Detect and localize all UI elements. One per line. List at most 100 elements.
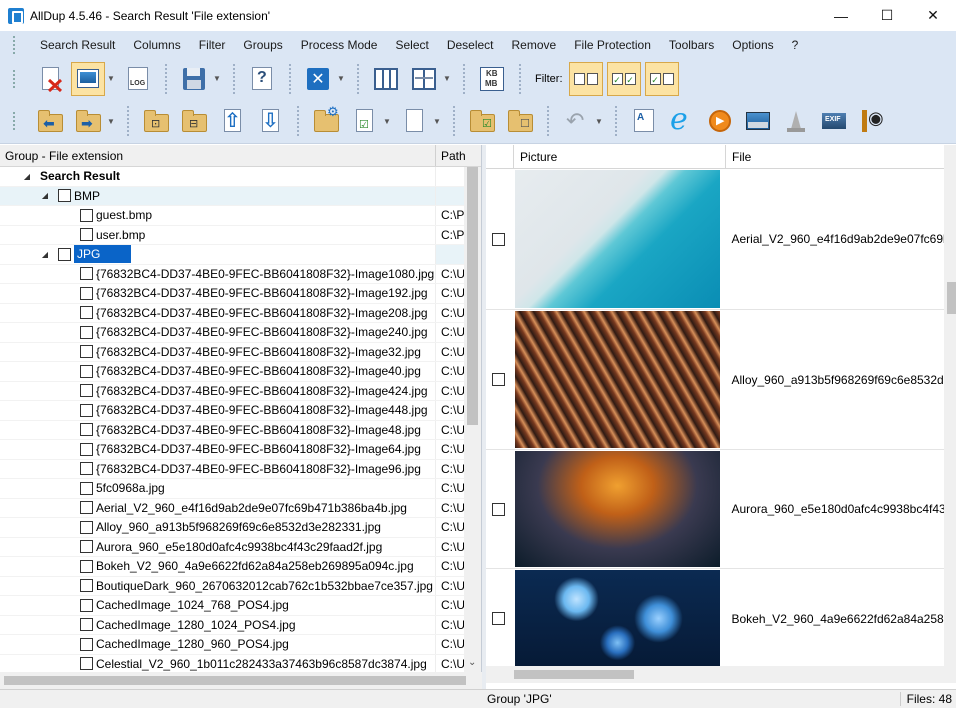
file-checkbox[interactable] xyxy=(80,364,93,378)
menu-file-protection[interactable]: File Protection xyxy=(565,38,660,52)
toolbar-grip[interactable] xyxy=(13,69,17,88)
file-checkbox[interactable] xyxy=(80,208,93,222)
tree-file-row[interactable]: guest.bmp C:\P xyxy=(0,206,464,226)
expand-arrow-icon[interactable]: ◢ xyxy=(40,250,50,259)
maximize-button[interactable]: ☐ xyxy=(864,0,910,31)
tree-file-row[interactable]: {76832BC4-DD37-4BE0-9FEC-BB6041808F32}-I… xyxy=(0,459,464,479)
tree-file-row[interactable]: {76832BC4-DD37-4BE0-9FEC-BB6041808F32}-I… xyxy=(0,420,464,440)
size-unit-button[interactable]: KB MB xyxy=(475,62,509,96)
tree-file-row[interactable]: {76832BC4-DD37-4BE0-9FEC-BB6041808F32}-I… xyxy=(0,401,464,421)
preview-row[interactable]: Aerial_V2_960_e4f16d9ab2de9e07fc69b4 xyxy=(486,169,944,310)
file-checkbox[interactable] xyxy=(80,286,93,300)
open-browser-button[interactable]: e xyxy=(665,102,699,138)
preview-row[interactable]: Bokeh_V2_960_4a9e6622fd62a84a258eb2 xyxy=(486,569,944,669)
preview-checkbox[interactable] xyxy=(491,373,505,386)
open-image-viewer-button[interactable] xyxy=(741,104,775,138)
path-column-header[interactable]: Path xyxy=(436,149,466,163)
save-button[interactable] xyxy=(177,62,211,96)
sort-down-button[interactable]: ⇩ xyxy=(253,104,287,138)
tree-file-row[interactable]: Aurora_960_e5e180d0afc4c9938bc4f43c29faa… xyxy=(0,537,464,557)
log-button[interactable]: LOG xyxy=(121,62,155,96)
blank-file-dropdown-arrow[interactable]: ▼ xyxy=(433,117,442,126)
preview-dropdown-arrow[interactable]: ▼ xyxy=(107,74,116,83)
preview-vertical-scroll-thumb[interactable] xyxy=(947,282,956,314)
file-checkbox[interactable] xyxy=(80,306,93,320)
cancel-dropdown-arrow[interactable]: ▼ xyxy=(337,74,346,83)
file-checkbox[interactable] xyxy=(80,559,93,573)
preview-checkbox[interactable] xyxy=(491,502,505,516)
group-row-jpg[interactable]: ◢ JPG xyxy=(0,245,464,265)
sort-up-button[interactable]: ⇧ xyxy=(215,104,249,138)
tree-root-row[interactable]: ◢ Search Result xyxy=(0,167,464,187)
file-checkbox[interactable] xyxy=(80,403,93,417)
tree-file-row[interactable]: CachedImage_1280_960_POS4.jpg C:\U xyxy=(0,635,464,655)
file-checkbox[interactable] xyxy=(80,462,93,476)
tree-file-row[interactable]: {76832BC4-DD37-4BE0-9FEC-BB6041808F32}-I… xyxy=(0,362,464,382)
filter-checked-button[interactable]: ✓ ✓ xyxy=(606,61,641,96)
tree-horizontal-scroll-thumb[interactable] xyxy=(4,676,466,685)
minimize-button[interactable]: — xyxy=(818,0,864,31)
preview-horizontal-scroll-thumb[interactable] xyxy=(514,670,634,679)
folder-settings-button[interactable]: ⚙ xyxy=(309,104,343,138)
menu-grip[interactable] xyxy=(13,35,17,54)
expand-arrow-icon[interactable]: ◢ xyxy=(22,172,32,181)
preview-checkbox[interactable] xyxy=(491,232,505,246)
menu-select[interactable]: Select xyxy=(386,38,437,52)
open-media-button[interactable]: ▶ xyxy=(703,104,737,138)
menu-deselect[interactable]: Deselect xyxy=(438,38,503,52)
tree-file-row[interactable]: Bokeh_V2_960_4a9e6622fd62a84a258eb269895… xyxy=(0,557,464,577)
tree-file-row[interactable]: Aerial_V2_960_e4f16d9ab2de9e07fc69b471b3… xyxy=(0,498,464,518)
group-row-bmp[interactable]: ◢ BMP xyxy=(0,186,464,206)
blank-file-button[interactable] xyxy=(397,104,431,138)
help-button[interactable]: ? xyxy=(245,62,279,96)
tree-vertical-scroll-thumb[interactable] xyxy=(467,167,478,425)
column-width-button[interactable] xyxy=(407,62,441,96)
tree-vertical-scrollbar[interactable]: ⌄ xyxy=(464,167,481,672)
scroll-down-arrow-icon[interactable]: ⌄ xyxy=(468,657,476,668)
tree-file-row[interactable]: {76832BC4-DD37-4BE0-9FEC-BB6041808F32}-I… xyxy=(0,264,464,284)
tree-file-row[interactable]: 5fc0968a.jpg C:\U xyxy=(0,479,464,499)
file-column-header[interactable]: File xyxy=(726,150,751,164)
file-checkbox[interactable] xyxy=(80,657,93,671)
preview-horizontal-scrollbar[interactable] xyxy=(486,666,956,683)
file-checkbox[interactable] xyxy=(80,540,93,554)
tree-file-row[interactable]: BoutiqueDark_960_2670632012cab762c1b532b… xyxy=(0,576,464,596)
close-button[interactable]: ✕ xyxy=(910,0,956,31)
menu-help[interactable]: ? xyxy=(783,38,808,52)
menu-search-result[interactable]: Search Result xyxy=(31,38,124,52)
filter-all-button[interactable] xyxy=(568,61,603,96)
preview-vertical-scrollbar[interactable] xyxy=(944,145,956,672)
check-dropdown-arrow[interactable]: ▼ xyxy=(383,117,392,126)
file-checkbox[interactable] xyxy=(80,384,93,398)
preview-row[interactable]: Aurora_960_e5e180d0afc4c9938bc4f43c xyxy=(486,450,944,569)
file-checkbox[interactable] xyxy=(80,501,93,515)
cancel-button[interactable]: ✕ xyxy=(301,62,335,96)
tree-file-row[interactable]: {76832BC4-DD37-4BE0-9FEC-BB6041808F32}-I… xyxy=(0,303,464,323)
column-width-dropdown-arrow[interactable]: ▼ xyxy=(443,74,452,83)
tree-file-row[interactable]: {76832BC4-DD37-4BE0-9FEC-BB6041808F32}-I… xyxy=(0,381,464,401)
tree-file-row[interactable]: user.bmp C:\P xyxy=(0,225,464,245)
file-checkbox[interactable] xyxy=(80,442,93,456)
preview-toggle-button[interactable] xyxy=(71,61,105,96)
file-checkbox[interactable] xyxy=(80,579,93,593)
open-vlc-button[interactable] xyxy=(779,104,813,138)
check-file-button[interactable]: ☑ xyxy=(347,104,381,138)
preview-checkbox[interactable] xyxy=(491,612,505,625)
file-checkbox[interactable] xyxy=(80,345,93,359)
remove-search-result-button[interactable] xyxy=(33,62,67,96)
file-checkbox[interactable] xyxy=(80,267,93,281)
file-checkbox[interactable] xyxy=(80,520,93,534)
open-document-button[interactable]: A xyxy=(627,104,661,138)
file-checkbox[interactable] xyxy=(80,481,93,495)
file-checkbox[interactable] xyxy=(80,325,93,339)
tree-horizontal-scrollbar[interactable] xyxy=(0,672,482,689)
file-checkbox[interactable] xyxy=(80,618,93,632)
preview-row[interactable]: Alloy_960_a913b5f968269f69c6e8532d3e xyxy=(486,310,944,450)
undo-button[interactable]: ↶ xyxy=(559,104,593,138)
menu-options[interactable]: Options xyxy=(723,38,782,52)
move-dropdown-arrow[interactable]: ▼ xyxy=(107,117,116,126)
exif-button[interactable]: EXIF xyxy=(817,104,851,138)
menu-process-mode[interactable]: Process Mode xyxy=(292,38,387,52)
tree-file-row[interactable]: Alloy_960_a913b5f968269f69c6e8532d3e2823… xyxy=(0,518,464,538)
tree-file-row[interactable]: {76832BC4-DD37-4BE0-9FEC-BB6041808F32}-I… xyxy=(0,323,464,343)
